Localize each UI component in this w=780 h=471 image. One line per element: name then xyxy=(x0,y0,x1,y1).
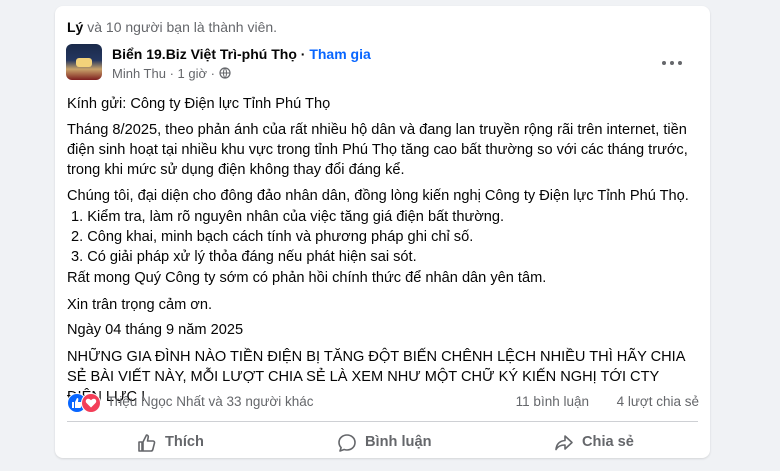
list-item: 2. Công khai, minh bạch cách tính và phư… xyxy=(71,229,474,245)
membership-text: và 10 người bạn là thành viên. xyxy=(83,19,278,35)
share-button[interactable]: Chia sẻ xyxy=(554,424,654,458)
like-button[interactable]: Thích xyxy=(137,424,237,458)
post-paragraph-1: Tháng 8/2025, theo phản ánh của rất nhiề… xyxy=(67,122,688,178)
post-meta: Minh Thu · 1 giờ · xyxy=(112,66,231,81)
post-request: Rất mong Quý Công ty sớm có phản hồi chí… xyxy=(67,270,547,286)
comment-label: Bình luận xyxy=(365,434,432,450)
post-time[interactable]: · 1 giờ · xyxy=(166,66,219,81)
post-thanks: Xin trân trọng cảm ơn. xyxy=(67,297,213,313)
shares-count[interactable]: 4 lượt chia sẻ xyxy=(617,394,699,409)
post-greeting: Kính gửi: Công ty Điện lực Tỉnh Phú Thọ xyxy=(67,96,331,112)
post-actions: Thích Bình luận Chia sẻ xyxy=(67,424,698,458)
like-label: Thích xyxy=(165,434,204,450)
group-name-link[interactable]: Biển 19.Biz Việt Trì-phú Thọ xyxy=(112,46,297,62)
post-header: Biển 19.Biz Việt Trì-phú Thọ · Tham gia … xyxy=(66,44,696,88)
comment-button[interactable]: Bình luận xyxy=(337,424,457,458)
group-membership-line: Lý và 10 người bạn là thành viên. xyxy=(67,19,277,35)
reaction-icons[interactable] xyxy=(67,392,103,413)
author-name[interactable]: Minh Thu xyxy=(112,66,166,81)
comments-count[interactable]: 11 bình luận xyxy=(516,394,589,409)
share-arrow-icon xyxy=(555,435,573,451)
post-card: Lý và 10 người bạn là thành viên. Biển 1… xyxy=(55,6,710,458)
more-options-icon[interactable] xyxy=(662,56,686,70)
share-label: Chia sẻ xyxy=(582,434,634,450)
list-item: 3. Có giải pháp xử lý thỏa đáng nếu phát… xyxy=(71,249,417,265)
reactions-text[interactable]: Triệu Ngọc Nhất và 33 người khác xyxy=(107,394,314,409)
list-item: 1. Kiểm tra, làm rõ nguyên nhân của việc… xyxy=(71,209,505,225)
comment-bubble-icon xyxy=(338,434,356,452)
post-date: Ngày 04 tháng 9 năm 2025 xyxy=(67,322,244,338)
join-group-link[interactable]: Tham gia xyxy=(309,46,370,62)
member-name[interactable]: Lý xyxy=(67,19,83,35)
group-avatar[interactable] xyxy=(66,44,102,80)
love-reaction-icon xyxy=(81,393,101,413)
divider xyxy=(67,421,698,422)
globe-icon xyxy=(218,67,231,79)
thumbs-up-icon xyxy=(138,434,156,452)
group-title-line: Biển 19.Biz Việt Trì-phú Thọ · Tham gia xyxy=(112,46,371,62)
post-stats: Triệu Ngọc Nhất và 33 người khác 11 bình… xyxy=(67,392,699,413)
post-paragraph-2: Chúng tôi, đại diện cho đông đảo nhân dâ… xyxy=(67,188,689,204)
